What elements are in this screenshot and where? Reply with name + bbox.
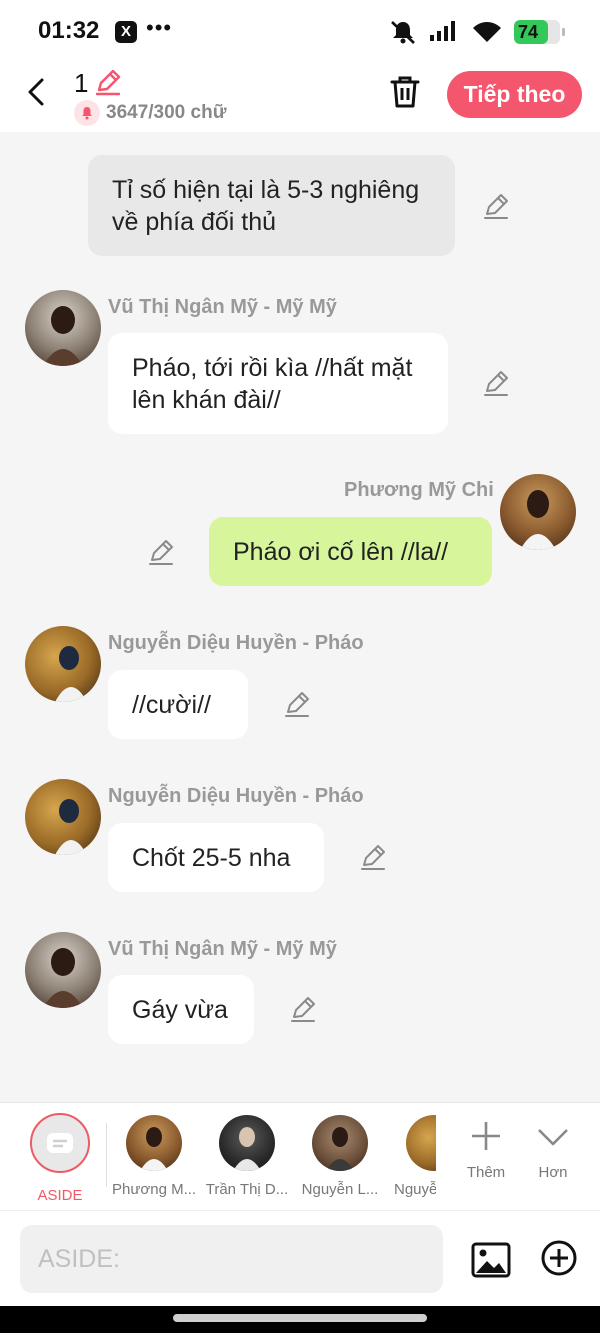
- edit-icon[interactable]: [283, 690, 311, 718]
- character-item[interactable]: Trần Thị D...: [205, 1115, 289, 1198]
- avatar: [219, 1115, 275, 1171]
- edit-title-icon[interactable]: [94, 68, 122, 96]
- character-item[interactable]: Phương M...: [112, 1115, 196, 1198]
- signal-icon: [430, 21, 455, 41]
- avatar: [312, 1115, 368, 1171]
- sender-name: Nguyễn Diệu Huyền - Pháo: [108, 632, 364, 654]
- x-app-icon: X: [115, 21, 137, 43]
- message-text: Chốt 25-5 nha: [132, 843, 291, 872]
- character-name: Phương M...: [112, 1181, 196, 1198]
- edit-icon[interactable]: [359, 843, 387, 871]
- status-indicators: 74: [388, 19, 565, 45]
- char-count-row: 3647/300 chữ: [74, 100, 226, 126]
- message-text: Pháo, tới rồi kìa //hất mặt lên khán đài…: [132, 353, 413, 414]
- avatar[interactable]: [25, 779, 101, 855]
- editor-header: 1 3647/300 chữ Tiếp theo: [0, 62, 600, 132]
- character-selector: ASIDE Phương M... Trần Thị D... Nguyễn L…: [0, 1102, 600, 1210]
- aside-selector[interactable]: ASIDE: [18, 1113, 102, 1204]
- avatar: [406, 1115, 436, 1171]
- battery-cap: [562, 28, 565, 36]
- mute-icon: [391, 21, 415, 44]
- message-text: Pháo ơi cố lên //la//: [233, 537, 449, 566]
- add-character-button[interactable]: Thêm: [458, 1119, 514, 1181]
- sender-name: Vũ Thị Ngân Mỹ - Mỹ Mỹ: [108, 296, 337, 318]
- status-bar: 01:32 X ••• 74: [0, 0, 600, 62]
- battery-level: 74: [518, 22, 539, 42]
- sender-name: Phương Mỹ Chi: [344, 479, 494, 501]
- chevron-down-icon: [538, 1129, 568, 1146]
- narration-text: Tỉ số hiện tại là 5-3 nghiêng về phía đố…: [112, 175, 420, 236]
- avatar: [126, 1115, 182, 1171]
- trash-icon[interactable]: [388, 74, 422, 110]
- avatar[interactable]: [25, 290, 101, 366]
- message-text: //cười//: [132, 690, 211, 719]
- character-item[interactable]: Nguyễ: [392, 1115, 436, 1198]
- image-icon[interactable]: [470, 1239, 512, 1281]
- more-notifications-icon: •••: [146, 15, 173, 40]
- edit-icon[interactable]: [147, 538, 175, 566]
- message-bubble[interactable]: //cười//: [108, 670, 248, 739]
- sender-name: Vũ Thị Ngân Mỹ - Mỹ Mỹ: [108, 938, 337, 960]
- aside-input[interactable]: [20, 1225, 443, 1293]
- aside-icon: [30, 1113, 90, 1173]
- character-name: Nguyễ: [394, 1181, 436, 1198]
- character-name: Trần Thị D...: [205, 1181, 289, 1198]
- avatar[interactable]: [25, 626, 101, 702]
- sender-name: Nguyễn Diệu Huyền - Pháo: [108, 785, 364, 807]
- avatar[interactable]: [25, 932, 101, 1008]
- add-label: Thêm: [466, 1164, 506, 1181]
- message-text: Gáy vừa: [132, 995, 228, 1024]
- character-item[interactable]: Nguyễn L...: [298, 1115, 382, 1198]
- character-name: Nguyễn L...: [301, 1181, 379, 1198]
- chat-area: Tỉ số hiện tại là 5-3 nghiêng về phía đố…: [0, 132, 600, 1102]
- more-label: Hơn: [538, 1164, 568, 1181]
- composer: [0, 1210, 600, 1306]
- edit-icon[interactable]: [482, 369, 510, 397]
- avatar[interactable]: [500, 474, 576, 550]
- message-bubble[interactable]: Pháo ơi cố lên //la//: [209, 517, 492, 586]
- plus-icon: [472, 1122, 500, 1150]
- scene-number[interactable]: 1: [74, 68, 88, 99]
- divider: [106, 1123, 107, 1187]
- wifi-icon: [473, 22, 501, 42]
- bell-icon: [74, 100, 100, 126]
- edit-icon[interactable]: [482, 192, 510, 220]
- add-circle-icon[interactable]: [540, 1239, 578, 1277]
- back-icon[interactable]: [22, 74, 52, 110]
- status-time: 01:32: [38, 17, 100, 44]
- home-indicator[interactable]: [173, 1314, 427, 1322]
- next-button[interactable]: Tiếp theo: [447, 71, 582, 118]
- more-characters-button[interactable]: Hơn: [525, 1119, 581, 1181]
- message-bubble[interactable]: Chốt 25-5 nha: [108, 823, 324, 892]
- char-count: 3647/300 chữ: [106, 102, 227, 123]
- edit-icon[interactable]: [289, 995, 317, 1023]
- system-nav-bar: [0, 1306, 600, 1333]
- message-bubble[interactable]: Gáy vừa: [108, 975, 254, 1044]
- message-bubble[interactable]: Pháo, tới rồi kìa //hất mặt lên khán đài…: [108, 333, 448, 434]
- battery-icon: 74: [514, 20, 565, 44]
- narration-bubble[interactable]: Tỉ số hiện tại là 5-3 nghiêng về phía đố…: [88, 155, 455, 256]
- aside-label: ASIDE: [37, 1187, 83, 1204]
